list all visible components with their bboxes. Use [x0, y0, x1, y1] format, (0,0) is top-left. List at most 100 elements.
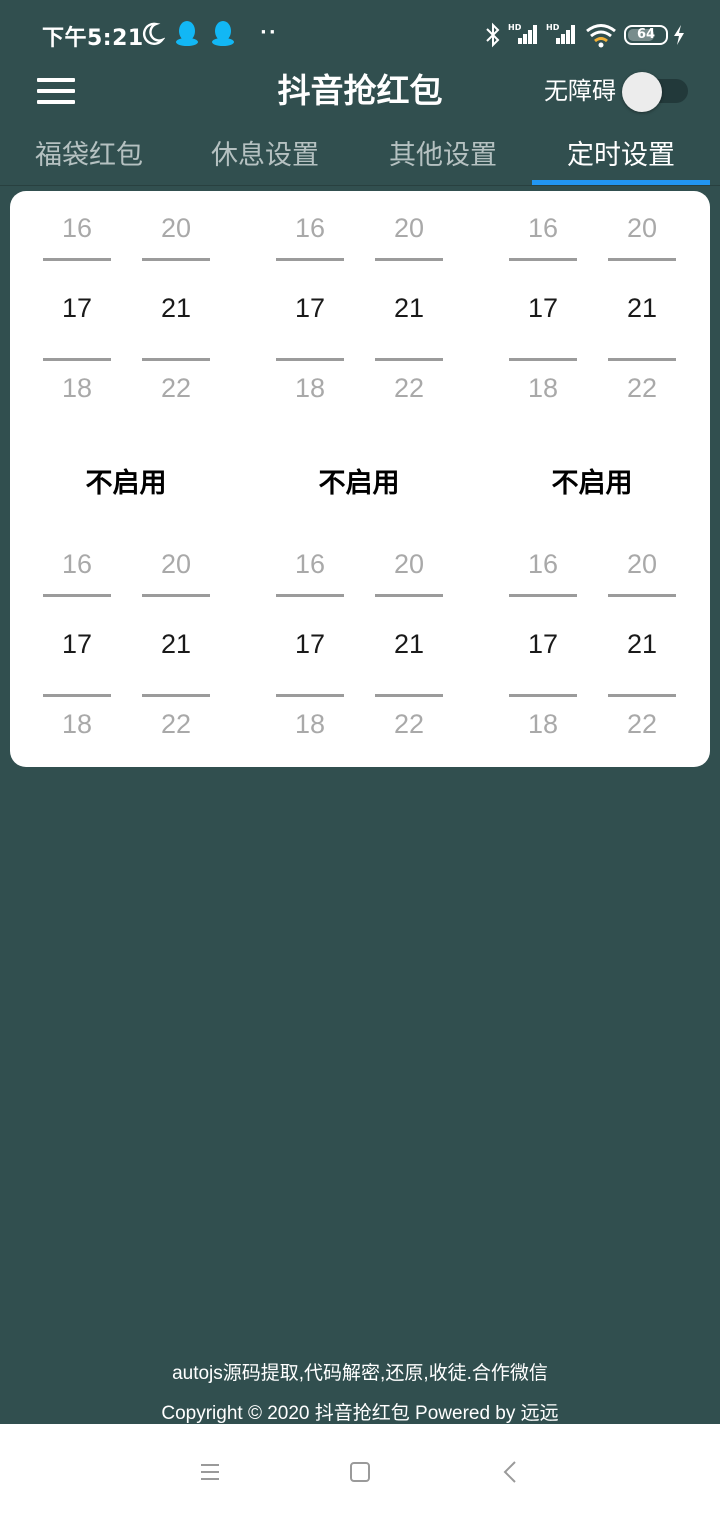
picker-divider [608, 594, 676, 597]
picker-next-value: 18 [294, 709, 326, 739]
picker-next-value: 22 [160, 709, 192, 739]
picker-selected-value: 21 [393, 293, 425, 323]
hour-picker[interactable]: 16 17 18 [276, 191, 344, 431]
wifi-icon [586, 24, 616, 48]
picker-divider [43, 358, 111, 361]
picker-prev-value: 20 [626, 213, 658, 243]
accessibility-toggle[interactable] [622, 72, 690, 112]
picker-selected-value: 21 [160, 293, 192, 323]
picker-next-value: 22 [393, 709, 425, 739]
picker-selected-value: 17 [527, 293, 559, 323]
battery-level: 64 [636, 27, 656, 42]
picker-next-value: 18 [527, 709, 559, 739]
footer-copyright: Copyright © 2020 抖音抢红包 Powered by 远远 [161, 1403, 559, 1424]
picker-divider [142, 258, 210, 261]
picker-next-value: 22 [160, 373, 192, 403]
picker-divider [608, 694, 676, 697]
qq-icon [176, 21, 198, 46]
picker-prev-value: 16 [61, 213, 93, 243]
tab-rest-settings[interactable]: 休息设置 [176, 130, 354, 186]
moon-icon [142, 22, 165, 45]
picker-next-value: 18 [61, 709, 93, 739]
disable-toggle-button[interactable]: 不启用 [492, 461, 692, 500]
picker-prev-value: 16 [61, 549, 93, 579]
picker-selected-value: 17 [61, 629, 93, 659]
picker-prev-value: 20 [393, 549, 425, 579]
picker-divider [509, 594, 577, 597]
picker-next-value: 18 [294, 373, 326, 403]
picker-divider [43, 594, 111, 597]
more-dots-icon: ·· [260, 22, 278, 43]
picker-divider [608, 258, 676, 261]
picker-divider [375, 594, 443, 597]
active-tab-indicator [532, 180, 710, 185]
recents-menu-icon[interactable] [190, 1456, 230, 1488]
picker-prev-value: 20 [393, 213, 425, 243]
minute-picker[interactable]: 20 21 22 [142, 527, 210, 767]
picker-next-value: 22 [626, 373, 658, 403]
picker-selected-value: 21 [626, 293, 658, 323]
bluetooth-icon [486, 22, 500, 48]
back-chevron-icon[interactable] [490, 1456, 530, 1488]
picker-divider [375, 694, 443, 697]
accessibility-label: 无障碍 [544, 77, 616, 105]
picker-divider [509, 694, 577, 697]
picker-divider [142, 358, 210, 361]
system-nav-bar [0, 1424, 720, 1520]
picker-next-value: 18 [61, 373, 93, 403]
schedule-card: 16 17 18 20 21 22 16 17 18 20 21 22 16 1… [10, 191, 710, 767]
minute-picker[interactable]: 20 21 22 [142, 191, 210, 431]
home-square-icon[interactable] [340, 1456, 380, 1488]
hour-picker[interactable]: 16 17 18 [43, 191, 111, 431]
tab-lucky-bag[interactable]: 福袋红包 [0, 130, 178, 186]
svg-text:HD: HD [508, 23, 522, 32]
qq-icon [212, 21, 234, 46]
minute-picker[interactable]: 20 21 22 [375, 191, 443, 431]
hour-picker[interactable]: 16 17 18 [509, 191, 577, 431]
tab-bar: 福袋红包 休息设置 其他设置 定时设置 [0, 130, 720, 186]
picker-divider [142, 694, 210, 697]
battery-icon: 64 [624, 25, 668, 45]
picker-selected-value: 21 [626, 629, 658, 659]
tab-timer-settings[interactable]: 定时设置 [532, 130, 710, 186]
disable-toggle-button[interactable]: 不启用 [26, 461, 226, 500]
picker-prev-value: 20 [626, 549, 658, 579]
picker-selected-value: 17 [294, 629, 326, 659]
picker-prev-value: 16 [294, 549, 326, 579]
disable-toggle-button[interactable]: 不启用 [259, 461, 459, 500]
picker-prev-value: 16 [527, 549, 559, 579]
picker-selected-value: 21 [160, 629, 192, 659]
hour-picker[interactable]: 16 17 18 [509, 527, 577, 767]
picker-divider [375, 258, 443, 261]
picker-selected-value: 21 [393, 629, 425, 659]
picker-divider [608, 358, 676, 361]
picker-divider [276, 258, 344, 261]
picker-selected-value: 17 [61, 293, 93, 323]
picker-divider [375, 358, 443, 361]
picker-divider [43, 258, 111, 261]
minute-picker[interactable]: 20 21 22 [608, 527, 676, 767]
picker-next-value: 22 [626, 709, 658, 739]
picker-divider [276, 594, 344, 597]
hour-picker[interactable]: 16 17 18 [43, 527, 111, 767]
picker-next-value: 22 [393, 373, 425, 403]
tab-other-settings[interactable]: 其他设置 [354, 130, 532, 186]
footer-contact-text: autojs源码提取,代码解密,还原,收徒.合作微信 [172, 1363, 548, 1384]
signal-hd-icon: HD [508, 23, 537, 44]
picker-divider [276, 358, 344, 361]
picker-prev-value: 16 [294, 213, 326, 243]
minute-picker[interactable]: 20 21 22 [608, 191, 676, 431]
picker-divider [43, 694, 111, 697]
status-bar: 下午5:21 ·· HD HD 64 [0, 0, 720, 66]
picker-prev-value: 16 [527, 213, 559, 243]
picker-prev-value: 20 [160, 549, 192, 579]
picker-next-value: 18 [527, 373, 559, 403]
picker-divider [276, 694, 344, 697]
hour-picker[interactable]: 16 17 18 [276, 527, 344, 767]
minute-picker[interactable]: 20 21 22 [375, 527, 443, 767]
picker-divider [509, 358, 577, 361]
status-time: 下午5:21 [42, 26, 144, 51]
picker-selected-value: 17 [294, 293, 326, 323]
picker-prev-value: 20 [160, 213, 192, 243]
picker-divider [509, 258, 577, 261]
